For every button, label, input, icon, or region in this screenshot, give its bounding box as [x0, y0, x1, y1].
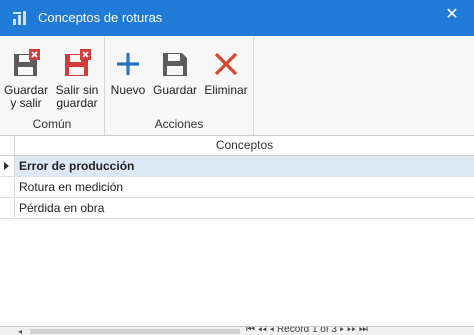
table-row[interactable]: Pérdida en obra: [0, 198, 474, 219]
group-label-acciones: Acciones: [154, 117, 204, 131]
window-titlebar: Conceptos de roturas ✕: [0, 0, 474, 36]
column-header-conceptos[interactable]: Conceptos: [15, 136, 474, 155]
app-icon: [13, 11, 26, 25]
exit-without-saving-button[interactable]: Salir sin guardar: [52, 48, 102, 110]
horizontal-scrollbar[interactable]: [30, 329, 240, 334]
close-button[interactable]: ✕: [440, 4, 464, 26]
ribbon-group-comun: Guardar y salir Salir sin guardar Común: [0, 36, 105, 135]
save-button[interactable]: Guardar: [151, 48, 199, 97]
current-row-arrow-icon: [4, 162, 9, 170]
new-button[interactable]: Nuevo: [108, 48, 148, 97]
row-indicator: [0, 177, 15, 197]
table-row[interactable]: Error de producción: [0, 156, 474, 177]
grid-corner: [0, 136, 15, 155]
new-label: Nuevo: [110, 83, 146, 97]
conceptos-grid: Conceptos Error de producción Rotura en …: [0, 136, 474, 219]
ribbon-group-acciones: Nuevo Guardar Eliminar Acciones: [105, 36, 254, 135]
table-row[interactable]: Rotura en medición: [0, 177, 474, 198]
window-title: Conceptos de roturas: [38, 10, 163, 25]
save-label: Guardar: [152, 83, 198, 97]
exit-without-saving-label-2: guardar: [56, 96, 98, 110]
save-close-icon: [14, 49, 40, 76]
exit-no-save-icon: [65, 49, 91, 76]
delete-label: Eliminar: [204, 83, 248, 97]
table-cell[interactable]: Rotura en medición: [15, 177, 474, 197]
row-indicator: [0, 156, 15, 176]
save-and-exit-label-2: y salir: [10, 96, 42, 110]
row-indicator: [0, 198, 15, 218]
save-icon: [163, 53, 187, 76]
ribbon-toolbar: Guardar y salir Salir sin guardar Común …: [0, 36, 474, 136]
table-cell[interactable]: Pérdida en obra: [15, 198, 474, 218]
group-label-comun: Común: [32, 117, 72, 131]
save-and-exit-button[interactable]: Guardar y salir: [4, 48, 48, 110]
delete-icon: [214, 52, 238, 76]
delete-button[interactable]: Eliminar: [202, 48, 250, 97]
grid-header: Conceptos: [0, 136, 474, 156]
plus-icon: [117, 53, 139, 75]
table-cell[interactable]: Error de producción: [15, 156, 474, 176]
